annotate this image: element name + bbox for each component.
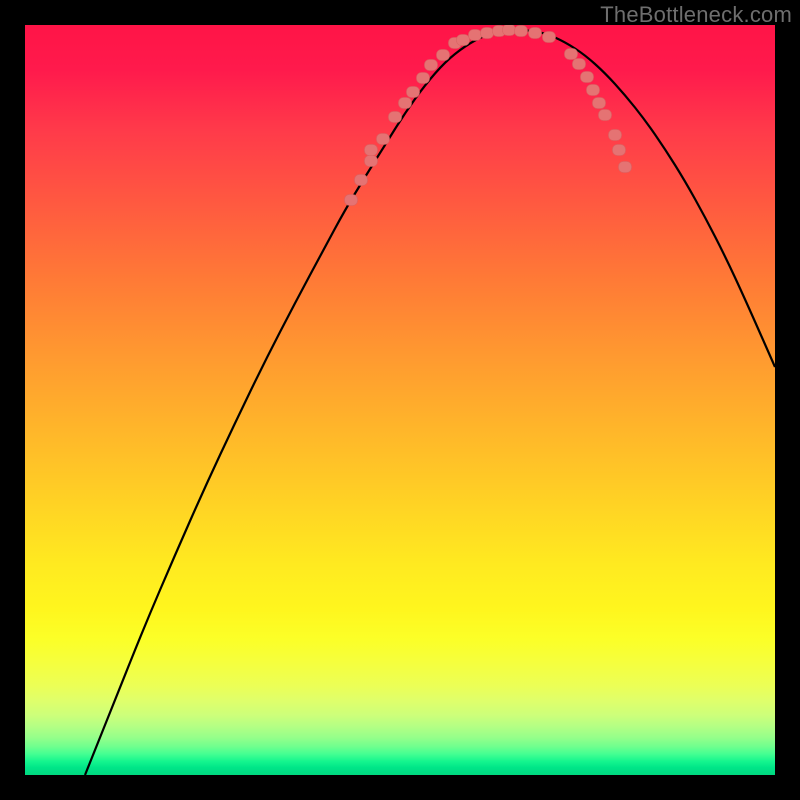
plot-area (25, 25, 775, 775)
chart-frame: TheBottleneck.com (0, 0, 800, 800)
background-gradient (25, 25, 775, 775)
